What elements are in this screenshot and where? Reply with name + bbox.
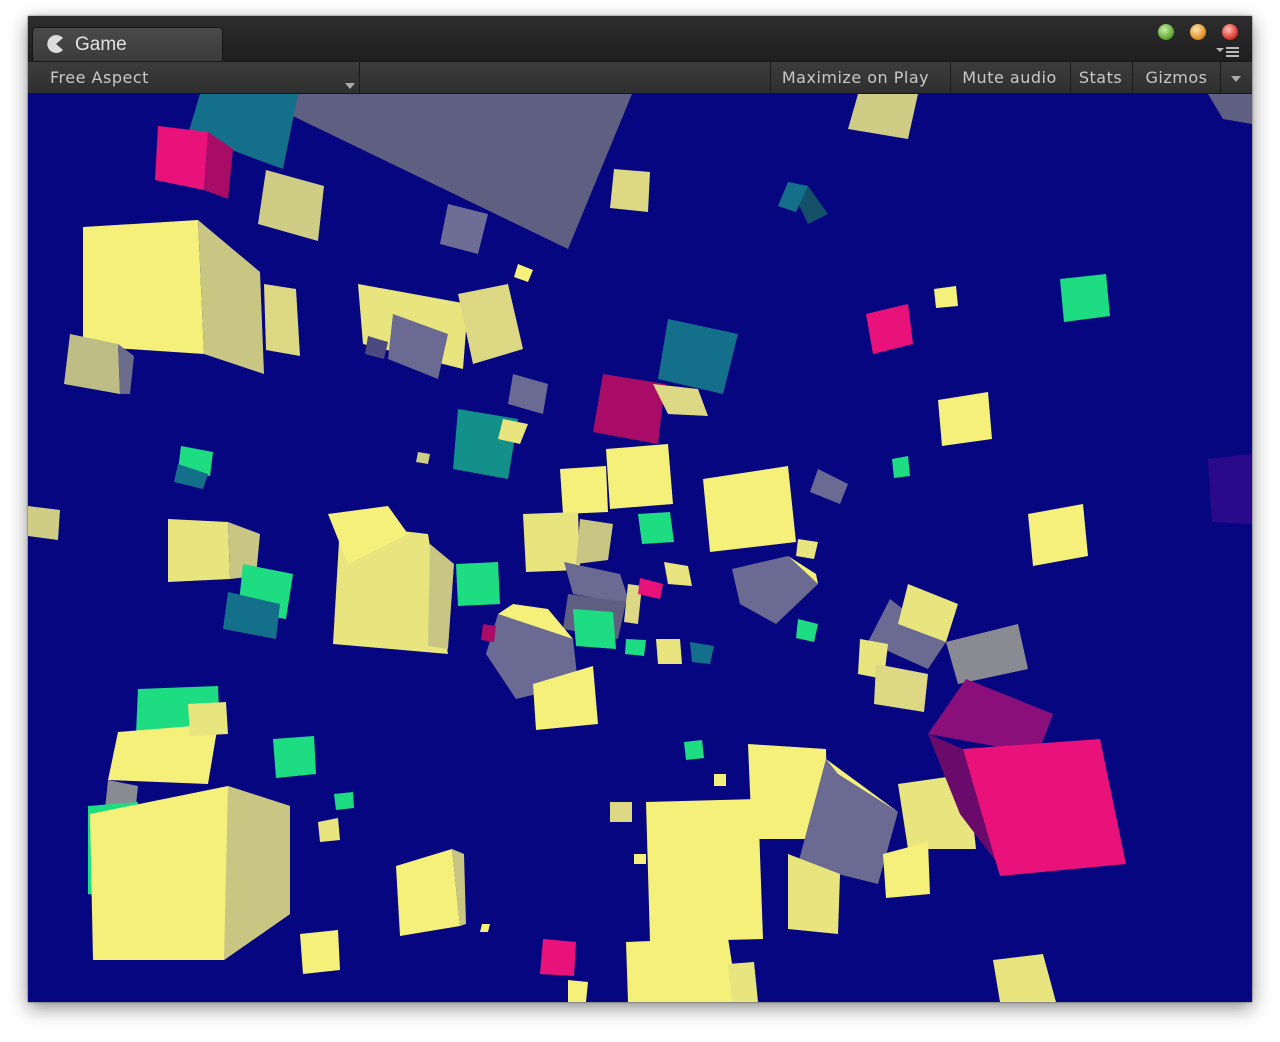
cube	[1208, 94, 1252, 124]
cube	[264, 284, 300, 356]
cube	[456, 562, 500, 606]
cube	[658, 319, 738, 394]
minimize-window-button[interactable]	[1190, 24, 1206, 40]
cube	[866, 304, 913, 354]
cube	[440, 204, 488, 254]
cube	[656, 639, 682, 664]
cube	[318, 818, 340, 842]
gizmos-dropdown-button[interactable]	[1220, 62, 1250, 93]
game-toolbar: Free Aspect Maximize on Play Mute audio …	[28, 61, 1252, 94]
cube	[610, 169, 650, 212]
gizmos-button[interactable]: Gizmos	[1132, 62, 1220, 93]
cube	[606, 444, 673, 509]
cube	[934, 286, 958, 308]
cube	[416, 452, 430, 464]
stats-button[interactable]: Stats	[1070, 62, 1130, 93]
cube	[64, 334, 120, 394]
cube	[626, 938, 738, 1002]
cube	[610, 802, 632, 822]
cube	[273, 736, 316, 778]
tab-title: Game	[75, 34, 127, 55]
cube	[458, 284, 523, 364]
cube	[883, 842, 930, 898]
cube	[963, 739, 1126, 876]
cube	[664, 562, 692, 586]
cube	[892, 456, 910, 478]
cube-scene	[28, 94, 1252, 1002]
cube	[946, 624, 1028, 684]
pacman-game-icon	[45, 33, 67, 59]
cube	[334, 792, 354, 810]
close-window-button[interactable]	[1222, 24, 1238, 40]
cube	[728, 962, 758, 1002]
cube	[638, 578, 663, 599]
cube	[848, 94, 918, 139]
chevron-down-icon	[345, 74, 355, 93]
cube	[300, 930, 340, 974]
cube	[428, 544, 454, 649]
cube	[508, 374, 548, 414]
cube	[714, 774, 726, 786]
cube	[83, 220, 204, 354]
cube	[874, 664, 928, 712]
cube	[625, 639, 646, 656]
cube	[258, 170, 324, 241]
cube	[1060, 274, 1110, 322]
cube	[703, 466, 796, 552]
aspect-label: Free Aspect	[50, 68, 149, 87]
cube	[560, 466, 608, 514]
cube	[168, 519, 230, 582]
cube	[198, 220, 264, 374]
cube	[732, 556, 818, 624]
cube	[573, 609, 616, 649]
cube	[810, 469, 848, 504]
cube	[993, 954, 1056, 1002]
cube	[1208, 454, 1252, 524]
cube	[28, 506, 60, 540]
mute-audio-button[interactable]: Mute audio	[950, 62, 1068, 93]
cube	[796, 619, 818, 642]
cube	[188, 702, 228, 736]
cube	[646, 799, 763, 942]
cube	[634, 854, 646, 864]
cube	[481, 624, 496, 642]
cube	[118, 344, 134, 394]
game-window: Game Free Aspect Maximize on Play Mute a…	[28, 16, 1252, 1002]
cube	[938, 392, 992, 446]
cube	[684, 740, 704, 760]
cube	[453, 409, 518, 479]
cube	[1028, 504, 1088, 566]
cube	[155, 126, 208, 190]
cube	[638, 512, 674, 544]
game-viewport[interactable]	[28, 94, 1252, 1002]
cube	[523, 512, 580, 572]
cube	[540, 939, 576, 976]
zoom-window-button[interactable]	[1158, 24, 1174, 40]
maximize-on-play-button[interactable]: Maximize on Play	[770, 62, 940, 93]
cube	[690, 642, 714, 664]
title-bar: Game	[28, 16, 1252, 61]
cube	[568, 980, 588, 1002]
aspect-dropdown[interactable]: Free Aspect	[38, 62, 360, 93]
tab-game[interactable]: Game	[32, 27, 223, 61]
cube	[480, 924, 490, 932]
cube	[396, 849, 460, 936]
cube	[576, 519, 613, 564]
cube	[224, 786, 290, 960]
cube	[514, 264, 533, 282]
cube	[796, 539, 818, 559]
